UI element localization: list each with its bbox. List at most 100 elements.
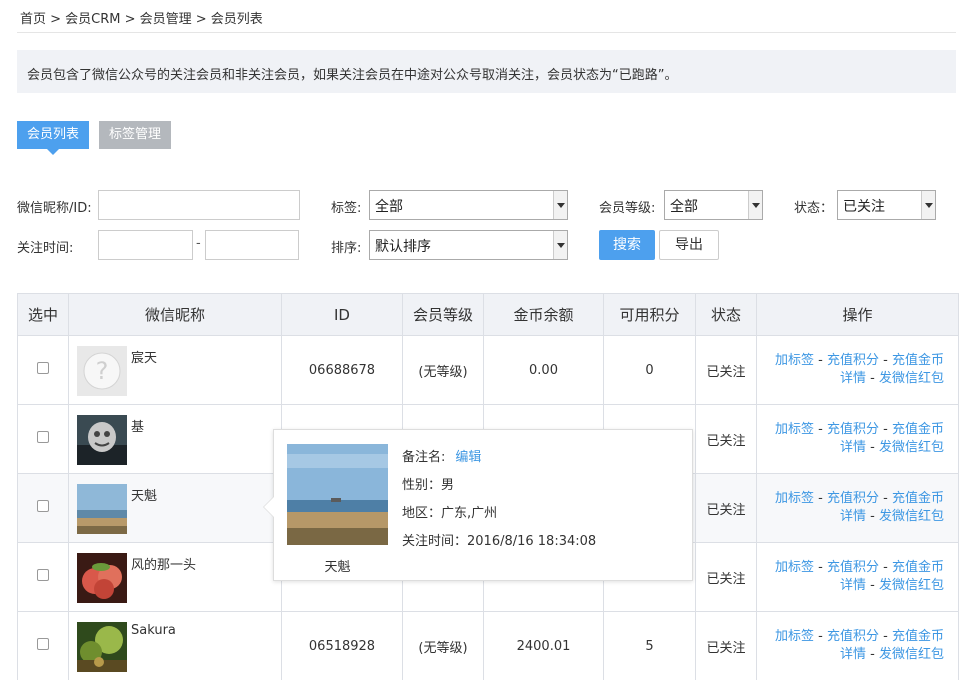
send-red-packet-link[interactable]: 发微信红包 (879, 440, 944, 455)
divider (17, 32, 956, 33)
row-checkbox[interactable] (37, 569, 49, 581)
chevron-down-icon (921, 191, 935, 219)
export-button[interactable]: 导出 (659, 230, 719, 260)
nickname[interactable]: 宸天 (131, 347, 157, 366)
separator: - (870, 578, 875, 593)
nickname[interactable]: 基 (131, 416, 144, 435)
nickname-label: 微信昵称/ID: (17, 201, 92, 216)
member-status: 已关注 (695, 335, 757, 405)
member-status: 已关注 (695, 473, 757, 543)
recharge-points-link[interactable]: 充值积分 (827, 560, 879, 575)
recharge-coins-link[interactable]: 充值金币 (892, 422, 944, 437)
member-photo (287, 444, 388, 545)
tag-select[interactable]: 全部 (369, 190, 568, 220)
member-status: 已关注 (695, 542, 757, 612)
separator: - (818, 353, 823, 368)
separator: - (883, 560, 888, 575)
row-checkbox[interactable] (37, 500, 49, 512)
header-coins: 金币余额 (483, 293, 604, 336)
coin-balance: 2400.01 (483, 611, 604, 680)
recharge-points-link[interactable]: 充值积分 (827, 353, 879, 368)
level-select[interactable]: 全部 (664, 190, 763, 220)
breadcrumb[interactable]: 首页 > 会员CRM > 会员管理 > 会员列表 (20, 8, 263, 27)
member-status: 已关注 (695, 611, 757, 680)
add-tag-link[interactable]: 加标签 (775, 353, 814, 368)
add-tag-link[interactable]: 加标签 (775, 629, 814, 644)
separator: - (883, 353, 888, 368)
follow-time-start-input[interactable] (98, 230, 193, 260)
recharge-points-link[interactable]: 充值积分 (827, 629, 879, 644)
row-actions: 加标签 - 充值积分 - 充值金币 详情 - 发微信红包 (756, 473, 959, 543)
details-link[interactable]: 详情 (840, 647, 866, 662)
region-text: 地区：广东,广州 (402, 506, 498, 521)
separator: - (818, 629, 823, 644)
details-link[interactable]: 详情 (840, 371, 866, 386)
nickname-input[interactable] (98, 190, 300, 220)
sort-select[interactable]: 默认排序 (369, 230, 568, 260)
search-button[interactable]: 搜索 (599, 230, 655, 260)
separator: - (818, 560, 823, 575)
row-checkbox[interactable] (37, 638, 49, 650)
status-select[interactable]: 已关注 (837, 190, 936, 220)
row-checkbox[interactable] (37, 362, 49, 374)
chevron-down-icon (748, 191, 762, 219)
default-avatar-icon[interactable]: ? (77, 346, 127, 396)
separator: - (870, 509, 875, 524)
tag-select-value: 全部 (375, 199, 403, 215)
recharge-points-link[interactable]: 充值积分 (827, 491, 879, 506)
chevron-down-icon (553, 231, 567, 259)
follow-time-text: 关注时间：2016/8/16 18:34:08 (402, 534, 597, 549)
recharge-coins-link[interactable]: 充值金币 (892, 560, 944, 575)
follow-time-end-input[interactable] (205, 230, 299, 260)
avatar[interactable] (77, 553, 127, 603)
row-actions: 加标签 - 充值积分 - 充值金币 详情 - 发微信红包 (756, 542, 959, 612)
row-actions: 加标签 - 充值积分 - 充值金币 详情 - 发微信红包 (756, 335, 959, 405)
avatar[interactable] (77, 622, 127, 672)
recharge-coins-link[interactable]: 充值金币 (892, 491, 944, 506)
header-points: 可用积分 (603, 293, 696, 336)
level-select-value: 全部 (670, 199, 698, 215)
sort-label: 排序: (331, 241, 362, 256)
recharge-points-link[interactable]: 充值积分 (827, 422, 879, 437)
member-id: 06518928 (281, 611, 403, 680)
header-nickname: 微信昵称 (68, 293, 282, 336)
avatar[interactable] (77, 484, 127, 534)
gender-text: 性别：男 (402, 478, 455, 493)
separator: - (870, 440, 875, 455)
add-tag-link[interactable]: 加标签 (775, 491, 814, 506)
add-tag-link[interactable]: 加标签 (775, 560, 814, 575)
remark-label: 备注名: (402, 450, 446, 465)
header-select: 选中 (17, 293, 69, 336)
send-red-packet-link[interactable]: 发微信红包 (879, 647, 944, 662)
member-status: 已关注 (695, 404, 757, 474)
send-red-packet-link[interactable]: 发微信红包 (879, 509, 944, 524)
edit-remark-link[interactable]: 编辑 (455, 450, 481, 465)
details-link[interactable]: 详情 (840, 440, 866, 455)
table-row: Sakura 06518928 (无等级) 2400.01 5 已关注 加标签 … (17, 611, 959, 680)
send-red-packet-link[interactable]: 发微信红包 (879, 578, 944, 593)
recharge-coins-link[interactable]: 充值金币 (892, 353, 944, 368)
tab-tag-management[interactable]: 标签管理 (99, 121, 171, 149)
nickname[interactable]: 天魁 (131, 485, 157, 504)
tab-member-list[interactable]: 会员列表 (17, 121, 89, 155)
nickname[interactable]: 风的那一头 (131, 554, 196, 573)
separator: - (883, 629, 888, 644)
avatar[interactable] (77, 415, 127, 465)
recharge-coins-link[interactable]: 充值金币 (892, 629, 944, 644)
details-link[interactable]: 详情 (840, 509, 866, 524)
header-level: 会员等级 (402, 293, 484, 336)
member-id: 06688678 (281, 335, 403, 405)
add-tag-link[interactable]: 加标签 (775, 422, 814, 437)
send-red-packet-link[interactable]: 发微信红包 (879, 371, 944, 386)
details-link[interactable]: 详情 (840, 578, 866, 593)
separator: - (870, 371, 875, 386)
available-points: 0 (603, 335, 696, 405)
member-info-popup: 天魁 备注名: 编辑 性别：男 地区：广东,广州 关注时间：2016/8/16 1… (263, 429, 693, 581)
row-actions: 加标签 - 充值积分 - 充值金币 详情 - 发微信红包 (756, 611, 959, 680)
status-label: 状态： (794, 201, 834, 216)
member-level: (无等级) (402, 335, 484, 405)
status-select-value: 已关注 (843, 199, 885, 215)
table-row: ? 宸天 06688678 (无等级) 0.00 0 已关注 加标签 - 充值积… (17, 335, 959, 405)
row-checkbox[interactable] (37, 431, 49, 443)
nickname[interactable]: Sakura (131, 623, 176, 638)
